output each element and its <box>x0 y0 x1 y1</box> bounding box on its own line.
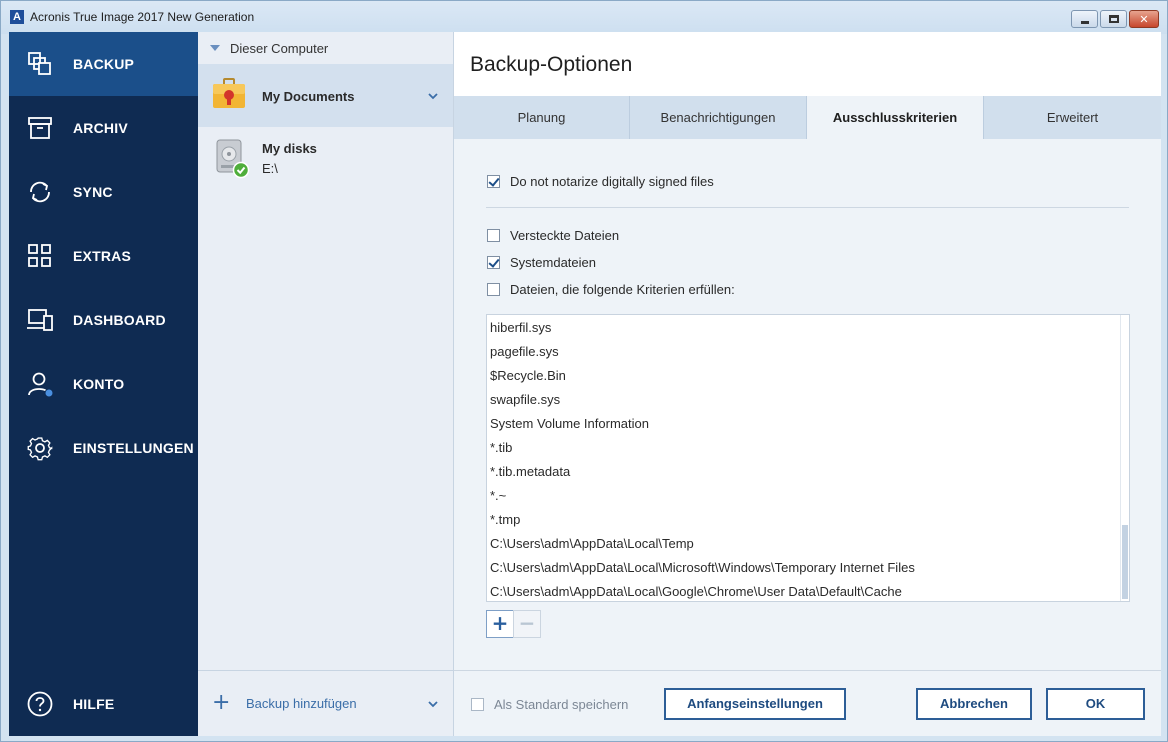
system-files-option[interactable]: Systemdateien <box>487 253 596 271</box>
notarize-checkbox[interactable] <box>487 174 500 188</box>
save-default-checkbox[interactable] <box>471 698 484 711</box>
gear-icon <box>27 437 53 461</box>
tab-bar: Planung Benachrichtigungen Ausschlusskri… <box>454 96 1161 139</box>
sidebar-item-label: ARCHIV <box>73 120 128 136</box>
maximize-icon <box>1109 15 1119 23</box>
criteria-files-label: Dateien, die folgende Kriterien erfüllen… <box>510 281 735 297</box>
add-exclusion-button[interactable]: + <box>486 610 514 638</box>
window-title: Acronis True Image 2017 New Generation <box>30 10 255 24</box>
notarize-label: Do not notarize digitally signed files <box>510 173 714 189</box>
close-button[interactable]: ✕ <box>1129 10 1159 28</box>
chevron-down-icon[interactable] <box>428 699 438 709</box>
save-default-option[interactable]: Als Standard speichern <box>471 697 628 712</box>
sidebar-item-dashboard[interactable]: DASHBOARD <box>9 288 198 352</box>
sidebar-item-label: KONTO <box>73 376 125 392</box>
tab-erweitert[interactable]: Erweitert <box>984 96 1161 139</box>
backup-icon <box>28 52 51 75</box>
list-item[interactable]: $Recycle.Bin <box>490 364 566 388</box>
add-backup-label: Backup hinzufügen <box>246 696 357 711</box>
criteria-files-option[interactable]: Dateien, die folgende Kriterien erfüllen… <box>487 280 735 298</box>
tab-ausschlusskriterien[interactable]: Ausschlusskriterien <box>807 96 984 139</box>
list-item[interactable]: *.tib.metadata <box>490 460 570 484</box>
sidebar-item-label: SYNC <box>73 184 113 200</box>
grid-icon <box>28 244 51 267</box>
collapse-triangle-icon <box>210 45 220 51</box>
list-item[interactable]: hiberfil.sys <box>490 316 551 340</box>
plus-icon: + <box>212 690 231 715</box>
source-group-header[interactable]: Dieser Computer <box>198 32 453 64</box>
tab-planung[interactable]: Planung <box>454 96 630 139</box>
sidebar-item-label: EINSTELLUNGEN <box>73 440 194 456</box>
sidebar-item-label: EXTRAS <box>73 248 131 264</box>
save-default-label: Als Standard speichern <box>494 697 629 712</box>
app-logo: A <box>10 10 24 24</box>
help-icon <box>27 691 53 717</box>
source-title: My Documents <box>262 89 355 104</box>
hidden-files-checkbox[interactable] <box>487 228 500 242</box>
list-item[interactable]: *.~ <box>490 484 506 508</box>
backup-source-panel: Dieser Computer My Documents My disks E:… <box>198 32 454 736</box>
options-panel: Backup-Optionen Planung Benachrichtigung… <box>454 32 1161 736</box>
sidebar-item-label: DASHBOARD <box>73 312 166 328</box>
hidden-files-option[interactable]: Versteckte Dateien <box>487 226 619 244</box>
sidebar-item-backup[interactable]: BACKUP <box>9 32 198 96</box>
notarize-option[interactable]: Do not notarize digitally signed files <box>487 172 714 190</box>
exclusion-list[interactable]: hiberfil.sys pagefile.sys $Recycle.Bin s… <box>486 314 1130 602</box>
options-header: Backup-Optionen <box>454 32 1161 96</box>
sidebar-item-archiv[interactable]: ARCHIV <box>9 96 198 160</box>
archive-icon <box>28 117 52 139</box>
page-title: Backup-Optionen <box>470 53 633 76</box>
chevron-down-icon[interactable] <box>428 91 438 101</box>
briefcase-icon <box>213 78 245 108</box>
list-item[interactable]: C:\Users\adm\AppData\Local\Microsoft\Win… <box>490 556 915 580</box>
sidebar-item-sync[interactable]: SYNC <box>9 160 198 224</box>
list-item[interactable]: *.tib <box>490 436 512 460</box>
remove-exclusion-button[interactable]: − <box>513 610 541 638</box>
sidebar-item-label: BACKUP <box>73 56 135 72</box>
sidebar: BACKUP ARCHIV SYNC EXTRAS DASHBOARD KONT… <box>9 32 198 736</box>
disk-ok-icon <box>216 139 250 179</box>
source-subtitle: E:\ <box>262 161 278 176</box>
close-icon: ✕ <box>1139 13 1149 26</box>
add-backup-button[interactable]: + Backup hinzufügen <box>198 670 453 736</box>
source-title: My disks <box>262 141 317 156</box>
reset-defaults-button[interactable]: Anfangseinstellungen <box>664 688 846 720</box>
window-controls: ✕ <box>1069 10 1159 28</box>
sidebar-item-einstellungen[interactable]: EINSTELLUNGEN <box>9 416 198 480</box>
title-bar: A Acronis True Image 2017 New Generation… <box>1 1 1167 34</box>
system-files-checkbox[interactable] <box>487 255 500 269</box>
options-footer: Als Standard speichern Anfangseinstellun… <box>454 670 1161 736</box>
app-window: A Acronis True Image 2017 New Generation… <box>0 0 1168 742</box>
cancel-button[interactable]: Abbrechen <box>916 688 1032 720</box>
source-group-label: Dieser Computer <box>230 41 329 56</box>
sync-icon <box>30 181 50 203</box>
list-item[interactable]: *.tmp <box>490 508 520 532</box>
list-item[interactable]: pagefile.sys <box>490 340 559 364</box>
source-item-my-disks[interactable]: My disks E:\ <box>198 127 453 190</box>
scrollbar-thumb[interactable] <box>1122 525 1128 599</box>
dashboard-icon <box>27 309 53 331</box>
source-item-my-documents[interactable]: My Documents <box>198 64 453 127</box>
minimize-button[interactable] <box>1071 10 1098 28</box>
list-scrollbar[interactable] <box>1120 315 1129 601</box>
list-item[interactable]: System Volume Information <box>490 412 649 436</box>
criteria-files-checkbox[interactable] <box>487 282 500 296</box>
sidebar-item-extras[interactable]: EXTRAS <box>9 224 198 288</box>
sidebar-item-label: HILFE <box>73 696 115 712</box>
tab-benachrichtigungen[interactable]: Benachrichtigungen <box>630 96 807 139</box>
divider <box>486 207 1129 208</box>
system-files-label: Systemdateien <box>510 254 596 270</box>
hidden-files-label: Versteckte Dateien <box>510 227 620 243</box>
list-item[interactable]: swapfile.sys <box>490 388 560 412</box>
list-item[interactable]: C:\Users\adm\AppData\Local\Google\Chrome… <box>490 580 902 601</box>
maximize-button[interactable] <box>1100 10 1127 28</box>
sidebar-item-konto[interactable]: KONTO <box>9 352 198 416</box>
list-item[interactable]: C:\Users\adm\AppData\Local\Temp <box>490 532 694 556</box>
ok-button[interactable]: OK <box>1046 688 1145 720</box>
sidebar-item-hilfe[interactable]: HILFE <box>9 672 198 736</box>
minimize-icon <box>1081 21 1089 24</box>
user-icon <box>28 372 53 397</box>
